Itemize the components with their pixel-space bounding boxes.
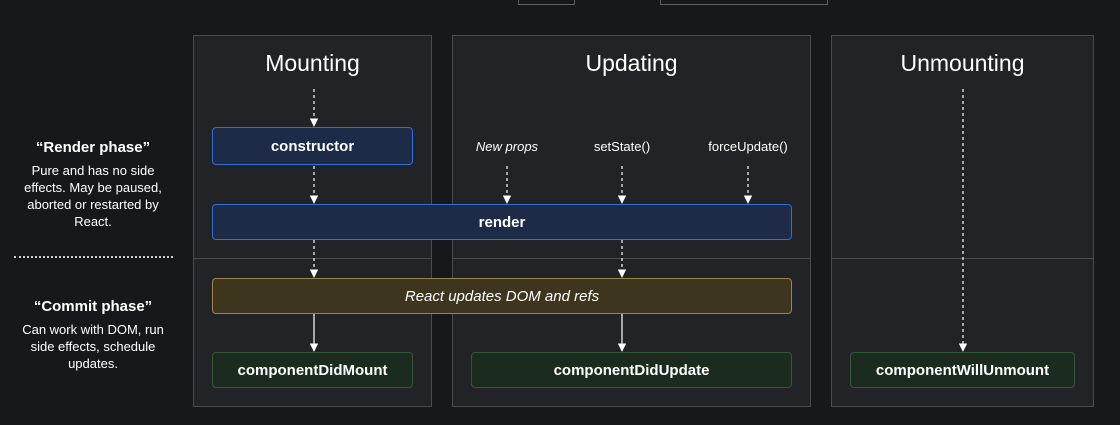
react-updates-dom-box[interactable]: React updates DOM and refs bbox=[212, 278, 792, 314]
constructor-box[interactable]: constructor bbox=[212, 127, 413, 165]
component-will-unmount-box[interactable]: componentWillUnmount bbox=[850, 352, 1075, 388]
new-props-label: New props bbox=[475, 139, 539, 154]
component-did-update-box[interactable]: componentDidUpdate bbox=[471, 352, 792, 388]
set-state-label: setState() bbox=[593, 139, 651, 154]
component-did-mount-box[interactable]: componentDidMount bbox=[212, 352, 413, 388]
force-update-label: forceUpdate() bbox=[708, 139, 788, 154]
render-box[interactable]: render bbox=[212, 204, 792, 240]
